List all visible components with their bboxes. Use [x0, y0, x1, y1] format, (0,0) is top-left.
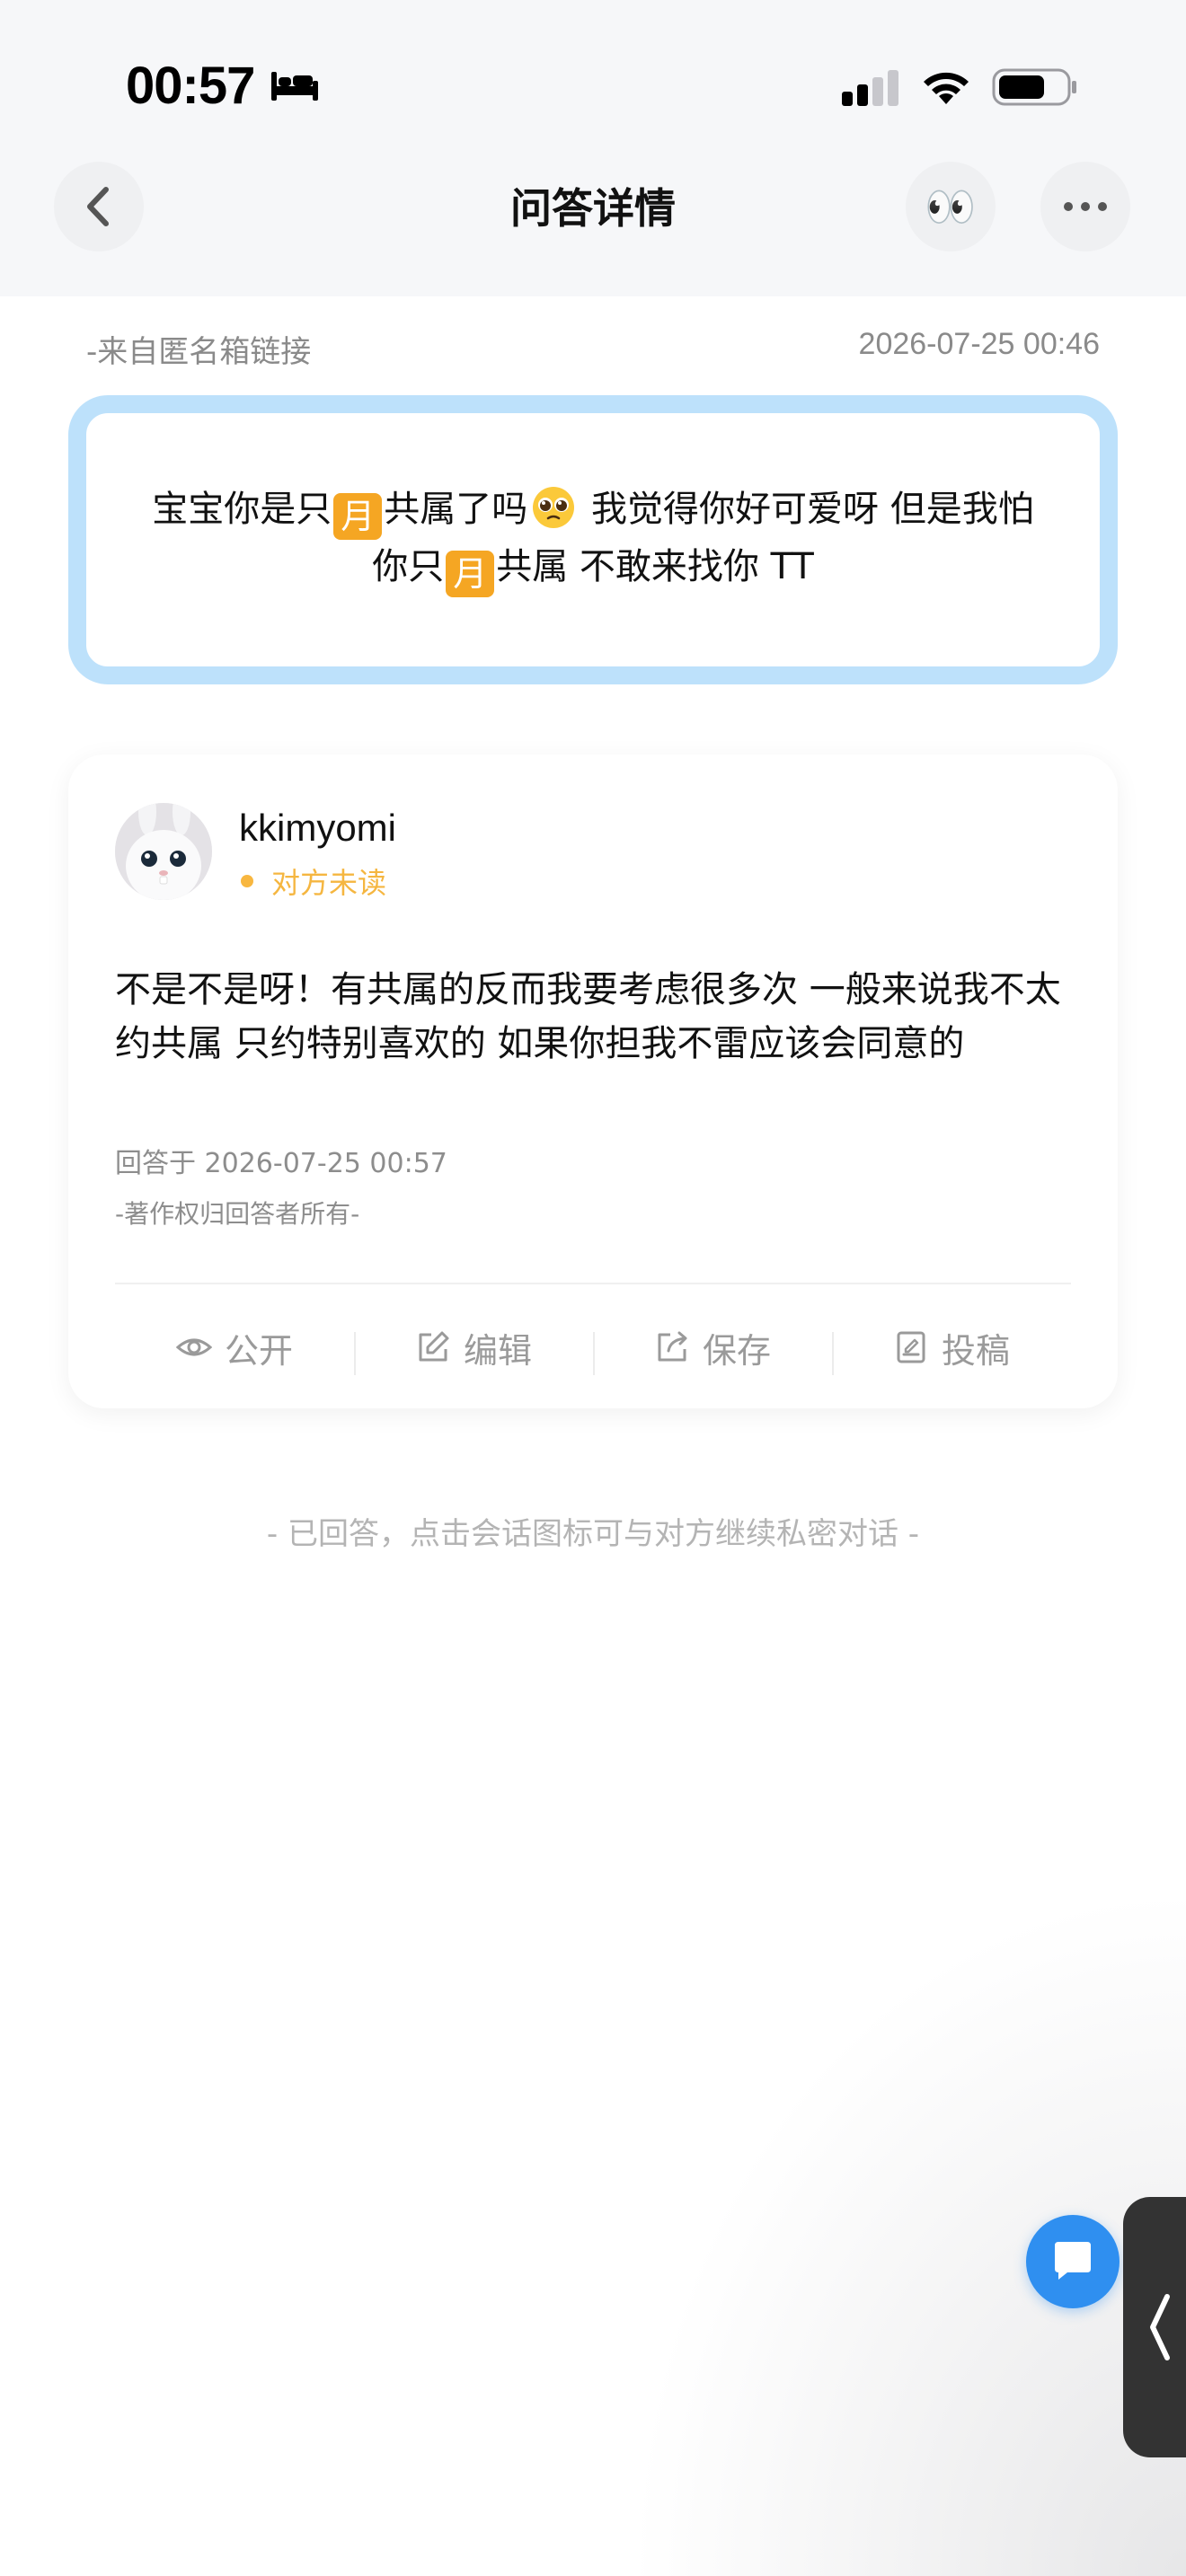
answer-timestamp: 回答于 2026-07-25 00:57 [115, 1148, 447, 1179]
eye-icon [175, 1338, 212, 1356]
more-button[interactable] [1040, 162, 1130, 251]
edit-button[interactable]: 编辑 [354, 1323, 593, 1375]
eyes-button[interactable]: 👀 [906, 162, 996, 251]
chat-bubble-icon [1055, 2242, 1091, 2280]
unread-dot [241, 875, 253, 887]
wifi-icon [924, 72, 969, 104]
moon-badge: 月 [446, 551, 495, 597]
action-label: 编辑 [463, 1330, 532, 1371]
share-icon [658, 1331, 687, 1362]
side-drawer-handle[interactable] [1123, 2197, 1186, 2457]
question-part: 我觉得你好可爱呀 但是我怕 [580, 489, 1034, 530]
page-title: 问答详情 [510, 184, 676, 233]
question-timestamp: 2026-07-25 00:46 [858, 327, 1100, 361]
question-part: 宝宝你是只 [152, 489, 332, 530]
eyes-icon: 👀 [925, 181, 977, 231]
top-bar: 00:57 问答详情 👀 [0, 0, 1186, 296]
answer-text: 不是不是呀！有共属的反而我要考虑很多次 一般来说我不太约共属 只约特别喜欢的 如… [115, 969, 1061, 1064]
sleep-focus-icon [271, 72, 318, 101]
document-icon [897, 1331, 925, 1363]
question-part: 你只 [372, 546, 445, 587]
submit-button[interactable]: 投稿 [832, 1323, 1071, 1375]
action-label: 公开 [224, 1330, 293, 1371]
question-part: 共属 不敢来找你 TT [496, 546, 814, 587]
read-status: 对方未读 [271, 866, 387, 900]
conversation-hint: - 已回答，点击会话图标可与对方继续私密对话 - [266, 1516, 920, 1552]
username[interactable]: kkimyomi [239, 807, 396, 850]
moon-badge: 月 [333, 493, 383, 540]
action-label: 投稿 [941, 1330, 1010, 1371]
save-button[interactable]: 保存 [593, 1323, 832, 1375]
question-part: 共属了吗 [384, 489, 528, 530]
bunny-avatar-icon [115, 803, 212, 900]
avatar[interactable] [115, 803, 212, 900]
question-text: 宝宝你是只月共属了吗 我觉得你好可爱呀 但是我怕 你只月共属 不敢来找你 TT [152, 482, 1034, 597]
status-time: 00:57 [126, 57, 255, 115]
more-dots-icon [1064, 202, 1107, 211]
edit-icon [419, 1331, 449, 1362]
divider [115, 1283, 1071, 1284]
public-button[interactable]: 公开 [115, 1323, 354, 1372]
action-bar: 公开 编辑 保存 投稿 [115, 1286, 1071, 1408]
chevron-left-icon [1150, 2294, 1170, 2360]
action-label: 保存 [702, 1330, 771, 1371]
chat-button[interactable] [1026, 2215, 1120, 2308]
answer-card: kkimyomi 对方未读 不是不是呀！有共属的反而我要考虑很多次 一般来说我不… [68, 754, 1118, 1408]
question-source: -来自匿名箱链接 [86, 334, 312, 370]
cellular-signal-icon [842, 70, 898, 106]
pleading-face-icon [533, 487, 575, 528]
battery-icon [992, 68, 1076, 106]
copyright-note: -著作权归回答者所有- [115, 1199, 360, 1229]
question-card: 宝宝你是只月共属了吗 我觉得你好可爱呀 但是我怕 你只月共属 不敢来找你 TT [68, 395, 1118, 684]
